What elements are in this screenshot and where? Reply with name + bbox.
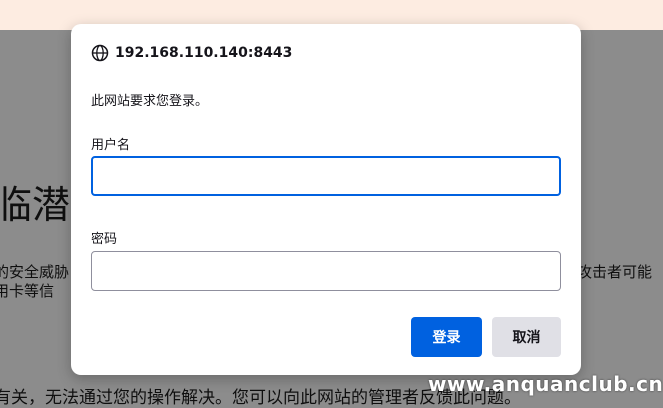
dialog-message: 此网站要求您登录。: [91, 94, 209, 109]
dialog-origin: 192.168.110.140:8443: [91, 44, 292, 62]
username-input[interactable]: [91, 156, 561, 196]
password-input[interactable]: [91, 251, 561, 291]
cancel-button[interactable]: 取消: [492, 317, 561, 357]
globe-icon: [91, 44, 109, 62]
password-label: 密码: [91, 232, 118, 247]
login-button[interactable]: 登录: [411, 317, 482, 357]
dialog-origin-text: 192.168.110.140:8443: [115, 45, 293, 61]
auth-dialog: 192.168.110.140:8443 此网站要求您登录。 用户名 密码 登录…: [71, 24, 581, 375]
watermark: www.anquanclub.cn: [428, 372, 663, 396]
username-label: 用户名: [91, 138, 131, 153]
